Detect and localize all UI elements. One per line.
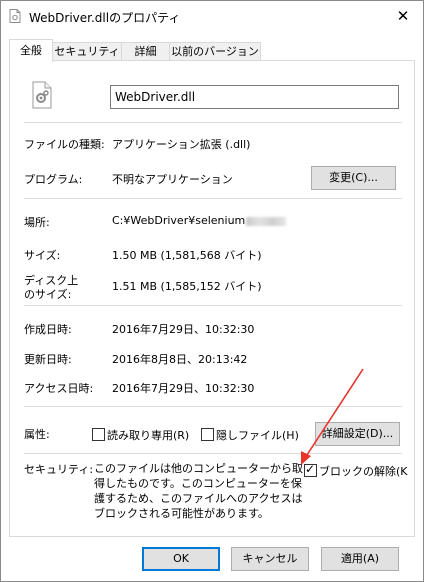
tab-label: 以前のバージョン (171, 45, 259, 58)
advanced-button[interactable]: 詳細設定(D)... (315, 422, 400, 446)
redacted-path (246, 216, 287, 226)
accessed-label: アクセス日時: (24, 382, 94, 395)
program-value: 不明なアプリケーション (112, 173, 233, 186)
divider (24, 122, 402, 123)
apply-button[interactable]: 適用(A) (321, 547, 399, 571)
ok-button[interactable]: OK (142, 547, 220, 571)
unblock-label[interactable]: ブロックの解除(K (319, 463, 408, 479)
tab-security[interactable]: セキュリティ (52, 42, 122, 61)
disk-size-label-line2: のサイズ: (24, 288, 72, 301)
tab-previous-versions[interactable]: 以前のバージョン (169, 42, 261, 61)
window-title: WebDriver.dllのプロパティ (29, 11, 181, 25)
created-value: 2016年7月29日、10:32:30 (112, 323, 255, 336)
hidden-checkbox[interactable] (201, 428, 214, 441)
tab-label: セキュリティ (54, 45, 120, 58)
disk-size-value: 1.51 MB (1,585,152 バイト) (112, 280, 262, 293)
security-message: このファイルは他のコンピューターから取得したものです。このコンピューターを保護す… (94, 462, 303, 520)
divider (24, 198, 402, 199)
accessed-value: 2016年7月29日、10:32:30 (112, 382, 255, 395)
tab-strip: 全般 セキュリティ 詳細 以前のバージョン (9, 39, 414, 62)
filename-field[interactable]: WebDriver.dll (110, 85, 399, 109)
general-panel: WebDriver.dll ファイルの種類: アプリケーション拡張 (.dll)… (9, 60, 415, 537)
program-label: プログラム: (24, 173, 83, 186)
file-type-value: アプリケーション拡張 (.dll) (112, 138, 251, 151)
close-icon: ✕ (396, 7, 410, 25)
location-path: C:¥WebDriver¥selenium (112, 214, 246, 227)
file-type-label: ファイルの種類: (24, 138, 105, 151)
change-button[interactable]: 変更(C)... (311, 166, 396, 190)
location-value: C:¥WebDriver¥selenium (112, 214, 287, 227)
readonly-checkbox[interactable] (92, 428, 105, 441)
file-icon (9, 9, 21, 23)
readonly-label[interactable]: 読み取り専用(R) (107, 427, 189, 443)
gear-document-icon (32, 81, 52, 109)
hidden-label[interactable]: 隠しファイル(H) (216, 427, 299, 443)
modified-value: 2016年8月8日、20:13:42 (112, 353, 248, 366)
tab-label: 詳細 (134, 45, 157, 58)
security-label: セキュリティ: (24, 463, 94, 476)
divider (24, 406, 402, 407)
size-value: 1.50 MB (1,581,568 バイト) (112, 249, 262, 262)
tab-general[interactable]: 全般 (9, 39, 53, 62)
created-label: 作成日時: (24, 323, 72, 336)
unblock-checkbox[interactable] (304, 462, 317, 477)
attributes-label: 属性: (24, 428, 50, 441)
tab-details[interactable]: 詳細 (121, 42, 170, 61)
modified-label: 更新日時: (24, 353, 72, 366)
divider (24, 305, 402, 306)
size-label: サイズ: (24, 249, 61, 262)
cancel-button[interactable]: キャンセル (231, 547, 309, 571)
close-button[interactable]: ✕ (383, 1, 423, 31)
title-bar: WebDriver.dllのプロパティ ✕ (1, 1, 423, 31)
location-label: 場所: (24, 216, 50, 229)
tab-label: 全般 (20, 44, 42, 57)
properties-dialog: WebDriver.dllのプロパティ ✕ 全般 セキュリティ 詳細 以前のバー… (0, 0, 424, 582)
divider (24, 453, 402, 454)
